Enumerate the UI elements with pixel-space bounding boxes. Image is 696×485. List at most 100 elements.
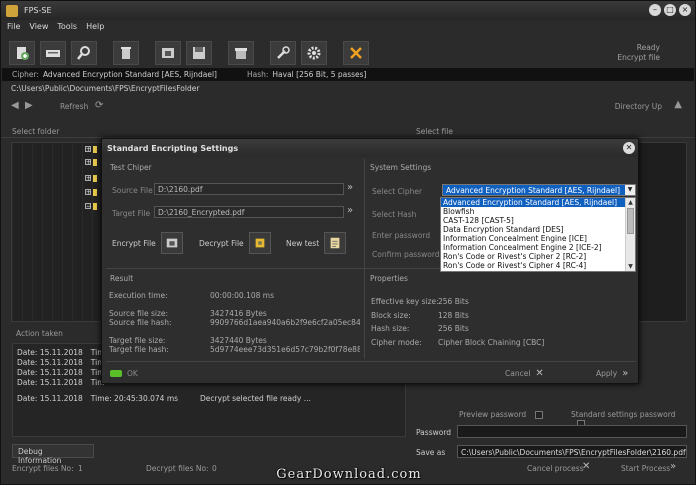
back-arrow-icon[interactable]: ◀ — [11, 100, 19, 111]
result-title: Result — [110, 274, 134, 283]
apply-arrow-icon: » — [622, 368, 629, 379]
new-test-button[interactable]: New test — [286, 232, 347, 254]
cancel-x-icon: ✕ — [535, 368, 544, 379]
settings-icon — [307, 46, 321, 60]
tab-debug-information[interactable]: Debug Information — [12, 444, 94, 465]
save-icon — [193, 47, 205, 59]
clipboard-icon — [324, 232, 347, 254]
archive-icon — [235, 48, 247, 59]
cipher-option[interactable]: Ron's Code or Rivest's Cipher 2 [RC-2] — [441, 252, 635, 261]
save-button[interactable] — [186, 41, 212, 65]
cipher-info-bar: Cipher: Advanced Encryption Standard [AE… — [2, 68, 694, 81]
toolbar — [9, 41, 369, 65]
source-file-field[interactable]: D:\2160.pdf — [154, 183, 344, 195]
search-icon — [77, 46, 90, 60]
tools-button[interactable] — [270, 41, 296, 65]
folder-tree[interactable] — [11, 142, 103, 322]
watermark: GearDownload.com — [276, 467, 422, 482]
target-hash-row: Target file hash: 5d9774eee73d351e6d57c7… — [109, 345, 360, 354]
expand-icon[interactable]: + — [85, 175, 91, 182]
delete-button[interactable] — [113, 41, 139, 65]
save-as-field[interactable]: C:\Users\Public\Documents\FPS\EncryptFil… — [457, 445, 687, 458]
menu-file[interactable]: File — [7, 22, 20, 31]
folder-icon — [93, 159, 97, 166]
source-browse-icon[interactable]: » — [347, 182, 353, 193]
add-file-icon — [17, 47, 29, 60]
dialog-apply-button[interactable]: Apply» — [596, 368, 628, 379]
chevron-down-icon[interactable]: ▼ — [625, 185, 635, 195]
menu-view[interactable]: View — [29, 22, 48, 31]
select-file-header: Select file — [416, 127, 453, 136]
cipher-option[interactable]: CAST-128 [CAST-5] — [441, 216, 635, 225]
confirm-password-label: Confirm password — [372, 250, 440, 259]
refresh-label[interactable]: Refresh — [60, 102, 88, 111]
dialog-divider — [106, 361, 636, 362]
cipher-value: Advanced Encryption Standard [AES, Rijnd… — [42, 70, 217, 79]
save-as-label: Save as — [416, 448, 446, 457]
tree-node[interactable]: + — [85, 175, 101, 182]
source-size-row: Source file size: 3427416 Bytes — [109, 309, 267, 318]
cipher-option[interactable]: Ron's Code or Rivest's Cipher 4 [RC-4] — [441, 261, 635, 270]
cipher-dropdown-list[interactable]: Advanced Encryption Standard [AES, Rijnd… — [440, 197, 636, 272]
expand-icon[interactable]: − — [85, 203, 91, 210]
dialog-title[interactable]: Standard Encripting Settings — [102, 139, 638, 157]
cipher-option[interactable]: Blowfish — [441, 207, 635, 216]
refresh-icon[interactable]: ⟳ — [95, 100, 103, 111]
scroll-down-icon[interactable]: ▼ — [626, 262, 635, 271]
hash-size-row: Hash size: 256 Bits — [371, 324, 469, 333]
decrypt-file-icon — [248, 232, 271, 254]
action-taken-title: Action taken — [16, 329, 63, 338]
password-field[interactable] — [457, 425, 687, 438]
dialog-cancel-button[interactable]: Cancel ✕ — [505, 368, 544, 379]
tree-node[interactable]: − — [85, 203, 101, 210]
expand-icon[interactable]: + — [85, 146, 91, 153]
keyboard-icon — [46, 50, 60, 57]
dropdown-scrollbar[interactable]: ▲ ▼ — [625, 198, 635, 271]
preview-password-checkbox[interactable] — [534, 411, 543, 419]
expand-icon[interactable]: + — [85, 189, 91, 196]
tree-node[interactable]: + — [85, 159, 101, 166]
maximize-button[interactable]: □ — [664, 4, 676, 16]
add-file-button[interactable] — [9, 41, 35, 65]
file-list[interactable] — [637, 142, 687, 322]
title-bar[interactable]: FPS-SE – □ × — [1, 1, 695, 20]
log-row: Date: 15.11.2018 Tim — [17, 348, 105, 357]
directory-up-icon[interactable]: ▲ — [674, 99, 682, 110]
forward-arrow-icon[interactable]: ▶ — [25, 100, 33, 111]
folder-icon — [93, 175, 97, 182]
cipher-select[interactable]: Advanced Encryption Standard [AES, Rijnd… — [442, 184, 636, 196]
status-panel: Ready Encrypt file — [617, 43, 660, 63]
preview-password-option[interactable]: Preview password — [459, 410, 543, 419]
navigation-row: ◀ ▶ Refresh ⟳ Directory Up ▲ — [11, 99, 687, 114]
close-button[interactable]: × — [679, 4, 691, 16]
decrypt-file-button[interactable]: Decrypt File — [199, 232, 271, 254]
search-button[interactable] — [71, 41, 97, 65]
ok-button[interactable]: OK — [110, 369, 138, 378]
archive-button[interactable] — [228, 41, 254, 65]
cipher-option[interactable]: Information Concealment Engine [ICE] — [441, 234, 635, 243]
cancel-button[interactable] — [343, 41, 369, 65]
select-folder-header: Select folder — [12, 127, 60, 136]
cipher-option[interactable]: Data Encryption Standard [DES] — [441, 225, 635, 234]
directory-up-label[interactable]: Directory Up — [615, 102, 662, 111]
hash-value: Haval [256 Bit, 5 passes] — [272, 70, 367, 79]
encrypt-button[interactable] — [155, 41, 181, 65]
cipher-option[interactable]: Advanced Encryption Standard [AES, Rijnd… — [441, 198, 635, 207]
menu-tools[interactable]: Tools — [57, 22, 77, 31]
minimize-button[interactable]: – — [649, 4, 661, 16]
encrypt-file-button[interactable]: Encrypt File — [112, 232, 183, 254]
select-cipher-label: Select Cipher — [372, 187, 423, 196]
scroll-up-icon[interactable]: ▲ — [626, 198, 635, 207]
scroll-thumb[interactable] — [627, 208, 634, 234]
settings-button[interactable] — [301, 41, 327, 65]
menu-help[interactable]: Help — [86, 22, 104, 31]
expand-icon[interactable]: + — [85, 159, 91, 166]
tree-node[interactable]: + — [85, 146, 101, 153]
keyboard-button[interactable] — [40, 41, 66, 65]
dialog-close-button[interactable]: ✕ — [623, 142, 635, 154]
target-file-field[interactable]: D:\2160_Encrypted.pdf — [154, 206, 344, 218]
cipher-option[interactable]: Information Concealment Engine 2 [ICE-2] — [441, 243, 635, 252]
target-browse-icon[interactable]: » — [347, 205, 353, 216]
tree-node[interactable]: + — [85, 189, 101, 196]
folder-icon — [93, 189, 97, 196]
